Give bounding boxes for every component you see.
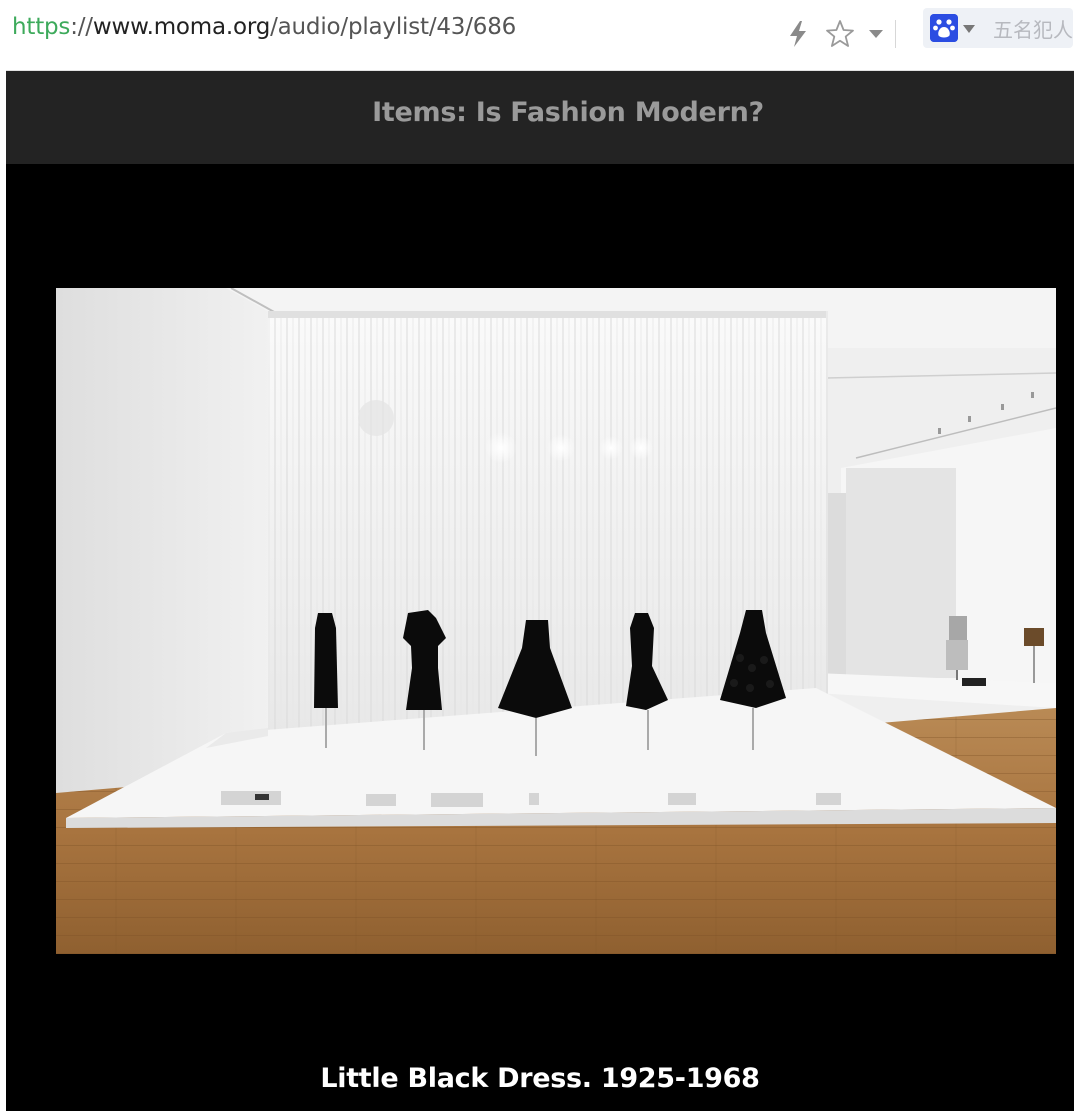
url-separator: :// (70, 14, 93, 40)
url-scheme: https (12, 14, 71, 40)
lightning-icon[interactable] (788, 20, 808, 48)
url-domain: www.moma.org (92, 14, 271, 40)
chevron-down-icon[interactable] (868, 28, 884, 40)
page-content: Items: Is Fashion Modern? Little Black D… (6, 71, 1074, 1111)
chevron-down-icon[interactable] (962, 24, 976, 34)
baidu-paw-icon[interactable] (930, 14, 958, 42)
page-title: Items: Is Fashion Modern? (372, 97, 764, 128)
address-bar[interactable]: https://www.moma.org/audio/playlist/43/6… (6, 6, 1074, 71)
browser-window: https://www.moma.org/audio/playlist/43/6… (0, 0, 1080, 1113)
toolbar-divider (895, 20, 896, 48)
url-path: /audio/playlist/43/686 (270, 14, 517, 40)
url-field[interactable]: https://www.moma.org/audio/playlist/43/6… (12, 14, 516, 40)
search-input[interactable]: 五名犯人 (993, 14, 1074, 43)
exhibition-photo (56, 288, 1056, 954)
page-header: Items: Is Fashion Modern? (6, 71, 1074, 164)
artwork-caption: Little Black Dress. 1925-1968 (320, 1063, 760, 1094)
star-icon[interactable] (824, 18, 856, 50)
